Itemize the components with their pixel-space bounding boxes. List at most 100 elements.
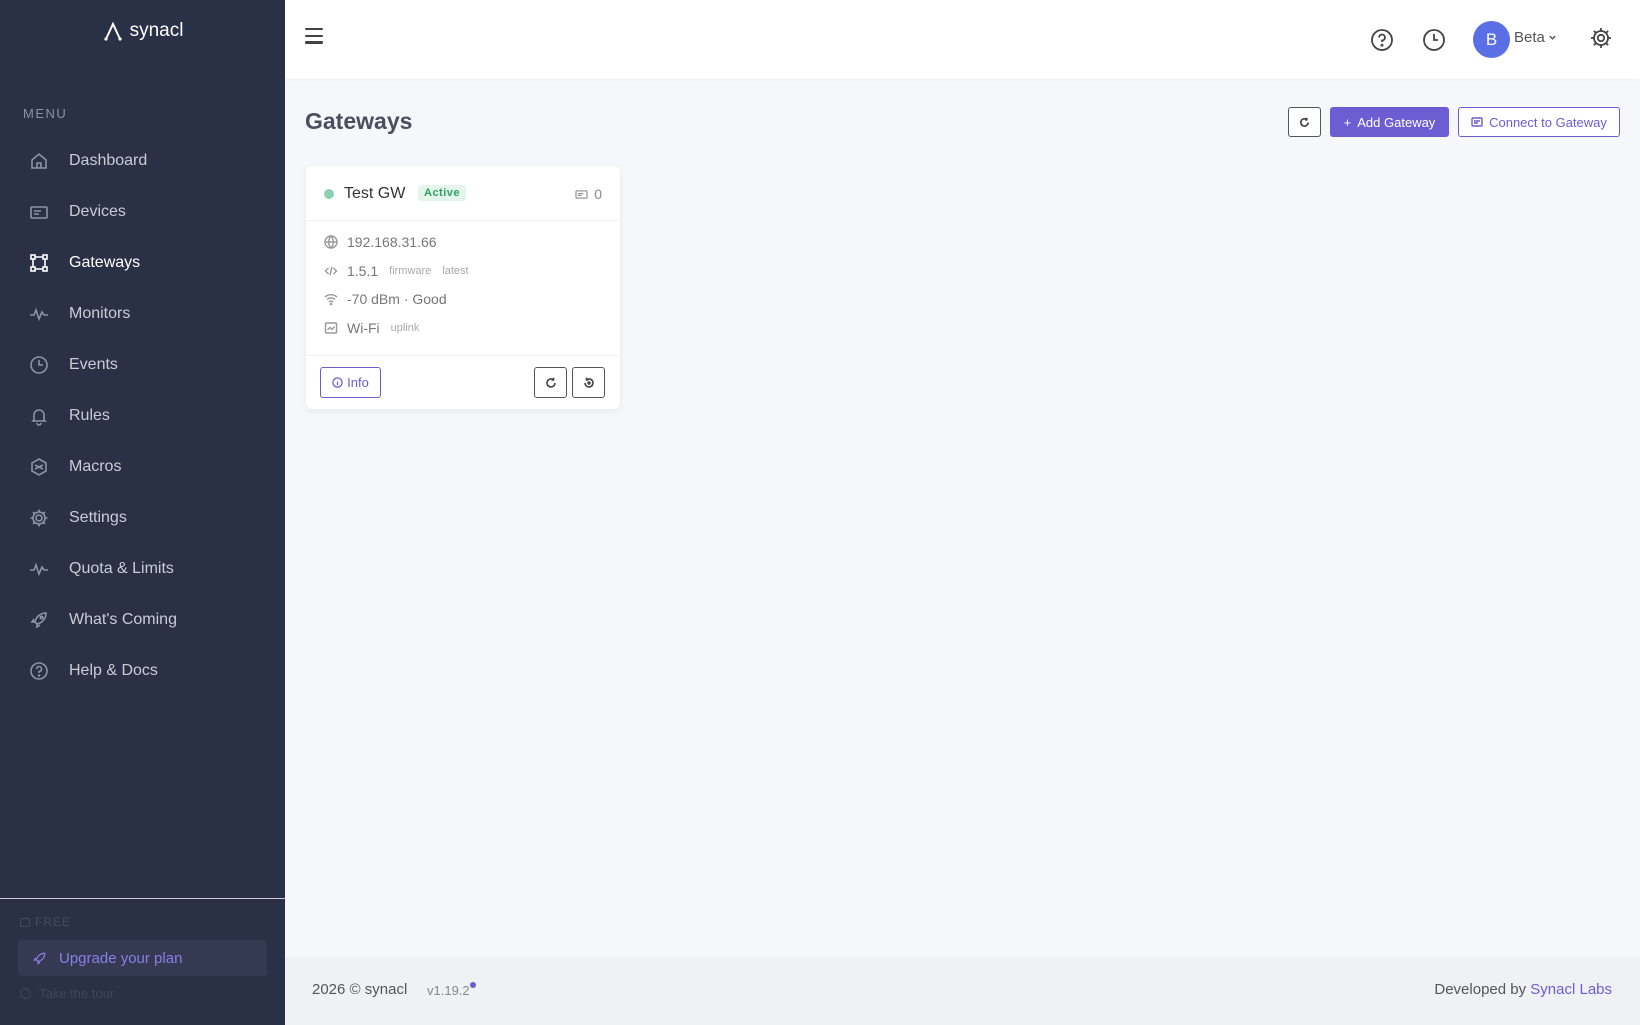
firmware-version: 1.5.1: [347, 263, 379, 279]
sidebar-item-label: Monitors: [69, 304, 131, 322]
uplink-icon: [324, 321, 338, 335]
synacl-logo-icon: [103, 21, 122, 41]
connect-gateway-button[interactable]: Connect to Gateway: [1458, 107, 1620, 137]
upgrade-label: Upgrade your plan: [59, 949, 183, 967]
signal-strength: -70 dBm · Good: [347, 291, 447, 307]
help-icon[interactable]: [1370, 28, 1394, 52]
developed-by: Developed by Synacl Labs: [1434, 981, 1612, 998]
home-icon: [28, 150, 50, 172]
uplink-tag: uplink: [390, 322, 420, 334]
firmware-row: 1.5.1 firmware latest: [324, 263, 469, 279]
info-label: Info: [347, 375, 369, 390]
sidebar-item-macros[interactable]: Macros: [0, 441, 285, 492]
sidebar-item-gateways[interactable]: Gateways: [0, 237, 285, 288]
reload-button[interactable]: [534, 367, 567, 398]
footer: 2026 © synacl v1.19.2 Developed by Synac…: [285, 957, 1640, 1025]
history-clock-icon[interactable]: [1422, 28, 1446, 52]
gateway-name: Test GW: [344, 185, 406, 202]
connect-gateway-label: Connect to Gateway: [1489, 114, 1607, 130]
brand-logo[interactable]: synacl: [0, 20, 285, 42]
help-icon: [28, 660, 50, 682]
devices-icon: [575, 189, 588, 199]
clock-icon: [28, 354, 50, 376]
app-version: v1.19.2: [427, 983, 470, 998]
sidebar-item-label: Rules: [69, 406, 110, 424]
sidebar-item-label: Help & Docs: [69, 661, 158, 679]
uplink-type: Wi-Fi: [347, 320, 380, 336]
user-name: Beta: [1514, 29, 1545, 46]
avatar[interactable]: B: [1473, 21, 1510, 58]
sidebar-bottom: FREE Upgrade your plan Take the tour: [0, 898, 285, 1025]
sidebar-item-label: Gateways: [69, 253, 141, 271]
refresh-icon: [1300, 117, 1309, 127]
plan-name: FREE: [35, 915, 72, 929]
gateway-card-header: Test GW Active 0: [306, 166, 620, 221]
status-dot: [324, 189, 334, 199]
sidebar-item-whats-coming[interactable]: What's Coming: [0, 594, 285, 645]
pulse-icon: [28, 558, 50, 580]
menu-toggle-icon[interactable]: [305, 28, 323, 44]
rocket-icon: [28, 609, 50, 631]
sidebar-item-label: Devices: [69, 202, 126, 220]
reboot-button[interactable]: [572, 367, 605, 398]
sidebar: synacl MENU Dashboard Devices Gateways M…: [0, 0, 285, 1025]
gateway-icon: [28, 252, 50, 274]
sidebar-item-help-docs[interactable]: Help & Docs: [0, 645, 285, 696]
sidebar-item-label: What's Coming: [69, 610, 177, 628]
sidebar-item-label: Macros: [69, 457, 122, 475]
wifi-icon: [324, 292, 338, 306]
sidebar-item-settings[interactable]: Settings: [0, 492, 285, 543]
tour-label: Take the tour: [39, 986, 115, 1001]
signal-row: -70 dBm · Good: [324, 291, 447, 307]
devices-icon: [28, 201, 50, 223]
sidebar-item-events[interactable]: Events: [0, 339, 285, 390]
gateway-card: Test GW Active 0 192.168.31.66 1.5.1 fir…: [306, 166, 620, 409]
sidebar-item-label: Quota & Limits: [69, 559, 174, 577]
developer-link[interactable]: Synacl Labs: [1530, 981, 1612, 998]
gear-icon[interactable]: [1589, 26, 1613, 50]
macro-icon: [28, 456, 50, 478]
add-gateway-button[interactable]: + Add Gateway: [1330, 107, 1449, 137]
gear-icon: [28, 507, 50, 529]
sidebar-item-quota[interactable]: Quota & Limits: [0, 543, 285, 594]
reload-icon: [545, 377, 556, 388]
ip-address: 192.168.31.66: [347, 234, 437, 250]
status-badge: Active: [418, 185, 467, 201]
version-indicator-dot: [470, 982, 476, 988]
sidebar-item-devices[interactable]: Devices: [0, 186, 285, 237]
page-title: Gateways: [305, 108, 413, 134]
rocket-icon: [33, 952, 46, 965]
sidebar-item-monitors[interactable]: Monitors: [0, 288, 285, 339]
plan-label: FREE: [20, 915, 71, 929]
device-count: 0: [575, 186, 602, 202]
firmware-tag: firmware: [389, 265, 432, 277]
sidebar-item-rules[interactable]: Rules: [0, 390, 285, 441]
reboot-icon: [583, 377, 594, 388]
developed-by-label: Developed by: [1434, 981, 1531, 998]
pulse-icon: [28, 303, 50, 325]
sidebar-nav: Dashboard Devices Gateways Monitors Even…: [0, 135, 285, 696]
uplink-row: Wi-Fi uplink: [324, 320, 419, 336]
menu-title: MENU: [23, 106, 68, 121]
plus-icon: +: [1343, 114, 1352, 130]
info-button[interactable]: Info: [320, 367, 381, 398]
sidebar-item-label: Settings: [69, 508, 127, 526]
refresh-button[interactable]: [1288, 107, 1321, 137]
ip-row: 192.168.31.66: [324, 234, 437, 250]
upgrade-plan-button[interactable]: Upgrade your plan: [18, 940, 267, 976]
chevron-down-icon: [1549, 35, 1556, 40]
take-tour-link[interactable]: Take the tour: [20, 986, 114, 1001]
sidebar-item-dashboard[interactable]: Dashboard: [0, 135, 285, 186]
plan-icon: [20, 917, 30, 927]
tour-icon: [20, 988, 31, 999]
code-icon: [324, 264, 338, 278]
device-count-value: 0: [594, 186, 602, 202]
bell-icon: [28, 405, 50, 427]
topbar: B Beta: [285, 0, 1640, 79]
add-gateway-label: Add Gateway: [1357, 114, 1436, 130]
connect-icon: [1471, 117, 1483, 127]
brand-name: synacl: [129, 20, 184, 41]
globe-icon: [324, 235, 338, 249]
user-menu[interactable]: Beta: [1514, 29, 1557, 46]
sidebar-item-label: Events: [69, 355, 118, 373]
